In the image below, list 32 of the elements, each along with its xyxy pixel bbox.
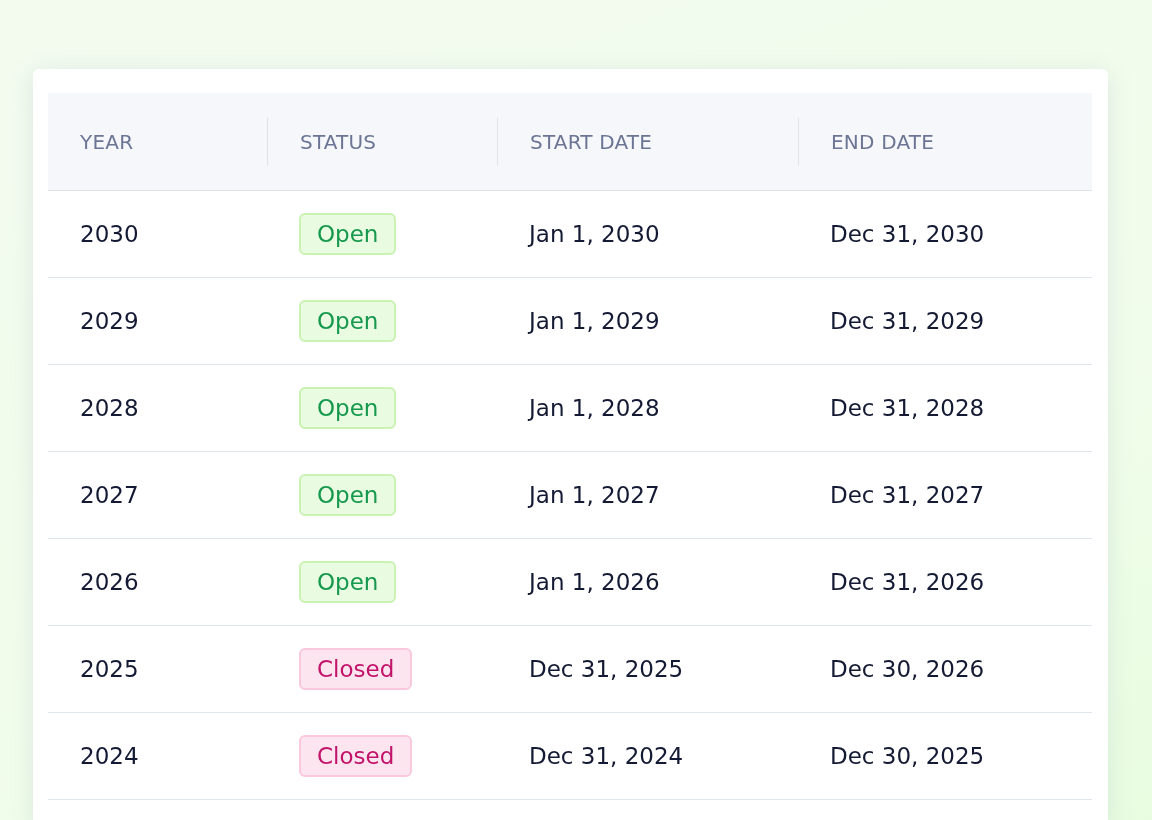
table-cell: Jan 1, 2026 bbox=[529, 569, 660, 595]
table-cell: Dec 31, 2027 bbox=[830, 482, 985, 508]
table-cell: 2027 bbox=[80, 482, 139, 508]
status-badge: Closed bbox=[299, 735, 413, 777]
table-cell: 2024 bbox=[80, 743, 139, 769]
table-cell: 2030 bbox=[80, 221, 139, 247]
table-cell: 2025 bbox=[80, 656, 139, 682]
table-cell: Dec 31, 2025 bbox=[529, 656, 684, 682]
table-cell: Dec 31, 2030 bbox=[830, 221, 985, 247]
status-badge: Open bbox=[299, 213, 397, 255]
table-cell: Dec 30, 2025 bbox=[830, 743, 985, 769]
table-cell: 2028 bbox=[80, 395, 139, 421]
table-cell: Jan 1, 2028 bbox=[529, 395, 660, 421]
table-cell: 2029 bbox=[80, 308, 139, 334]
table-cell: Jan 1, 2027 bbox=[529, 482, 660, 508]
table-cell: Jan 1, 2029 bbox=[529, 308, 660, 334]
table-cell: 2026 bbox=[80, 569, 139, 595]
table-cell: Dec 30, 2026 bbox=[830, 656, 985, 682]
table-cell: Dec 31, 2029 bbox=[830, 308, 985, 334]
table-cell: Dec 31, 2024 bbox=[529, 743, 684, 769]
column-header: END DATE bbox=[831, 129, 934, 154]
status-badge: Open bbox=[299, 387, 397, 429]
column-header: YEAR bbox=[80, 129, 134, 154]
table-cell: Dec 31, 2026 bbox=[830, 569, 985, 595]
column-header: STATUS bbox=[300, 129, 377, 154]
status-badge: Closed bbox=[299, 648, 413, 690]
table-cell: Dec 31, 2028 bbox=[830, 395, 985, 421]
status-badge: Open bbox=[299, 474, 397, 516]
status-badge: Open bbox=[299, 561, 397, 603]
status-badge: Open bbox=[299, 300, 397, 342]
table-cell: Jan 1, 2030 bbox=[529, 221, 660, 247]
column-header: START DATE bbox=[530, 129, 653, 154]
